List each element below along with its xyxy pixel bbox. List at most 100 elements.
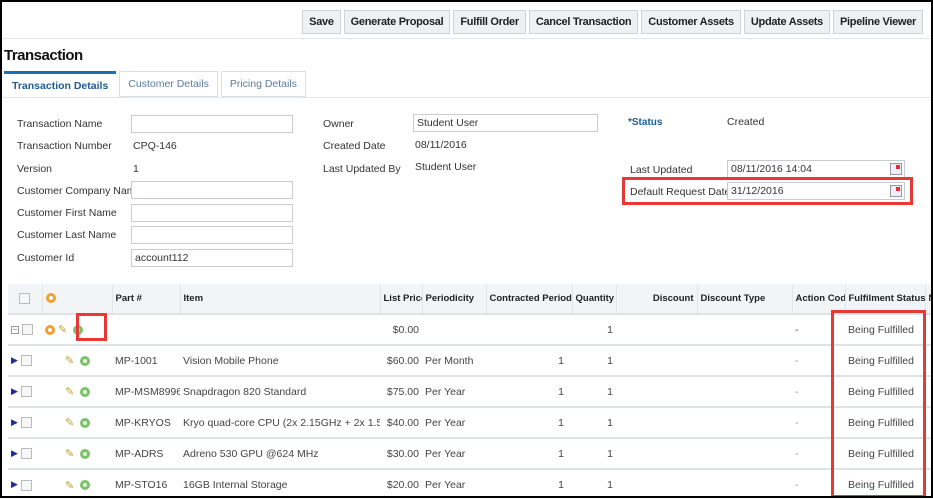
save-button[interactable]: Save bbox=[302, 10, 341, 34]
periodicity: Per Year bbox=[422, 437, 486, 469]
expand-icon[interactable]: ▶ bbox=[11, 355, 18, 365]
last-updated-field[interactable]: 08/11/2016 14:04 bbox=[727, 160, 905, 178]
row-checkbox[interactable] bbox=[20, 448, 32, 460]
transaction-number-value: CPQ-146 bbox=[133, 140, 177, 152]
tab-pricing-details[interactable]: Pricing Details bbox=[220, 71, 306, 97]
add-icon[interactable] bbox=[45, 293, 56, 304]
edit-icon[interactable]: ✎ bbox=[65, 447, 74, 460]
col-item[interactable]: Item bbox=[180, 284, 381, 314]
divider bbox=[2, 97, 931, 98]
last-updated-label: Last Updated bbox=[630, 164, 693, 176]
page-title: Transaction bbox=[4, 47, 83, 64]
highlight-box bbox=[622, 177, 913, 205]
customer-first-name-input[interactable] bbox=[131, 204, 293, 222]
generate-proposal-button[interactable]: Generate Proposal bbox=[343, 10, 451, 34]
col-more[interactable]: N bbox=[925, 284, 933, 314]
row-checkbox[interactable] bbox=[20, 479, 32, 491]
part-number: MP-MSM8996S bbox=[112, 375, 180, 407]
version-label: Version bbox=[17, 163, 53, 175]
highlight-box bbox=[76, 313, 107, 341]
last-updated-by-label: Last Updated By bbox=[323, 163, 401, 175]
reconfigure-icon[interactable] bbox=[80, 417, 91, 428]
periodicity: Per Month bbox=[422, 344, 486, 376]
reconfigure-icon[interactable] bbox=[80, 480, 91, 490]
owner-input[interactable] bbox=[413, 114, 598, 132]
col-list-price[interactable]: List Price bbox=[380, 284, 423, 314]
part-number: MP-1001 bbox=[112, 344, 180, 376]
reconfigure-icon[interactable] bbox=[80, 355, 91, 366]
col-discount[interactable]: Discount bbox=[616, 284, 698, 314]
edit-icon[interactable]: ✎ bbox=[58, 323, 67, 336]
transaction-name-label: Transaction Name bbox=[17, 118, 103, 130]
reconfigure-icon[interactable] bbox=[80, 386, 91, 397]
part-number: MP-ADRS bbox=[112, 437, 180, 469]
fulfill-order-button[interactable]: Fulfill Order bbox=[453, 10, 526, 34]
collapse-icon[interactable]: − bbox=[11, 325, 19, 334]
customer-company-name-input[interactable] bbox=[131, 181, 293, 199]
customer-id-input[interactable] bbox=[131, 249, 293, 267]
quantity: 1 bbox=[572, 375, 616, 407]
contracted-periods: 1 bbox=[486, 344, 572, 376]
transaction-number-label: Transaction Number bbox=[17, 140, 112, 152]
col-quantity[interactable]: Quantity bbox=[572, 284, 617, 314]
col-contracted-periods[interactable]: Contracted Periods bbox=[486, 284, 573, 314]
list-price: $0.00 bbox=[380, 313, 422, 345]
created-date-value: 08/11/2016 bbox=[415, 139, 467, 151]
select-all-checkbox[interactable] bbox=[19, 292, 31, 304]
contracted-periods: 1 bbox=[486, 406, 572, 438]
row-checkbox[interactable] bbox=[20, 417, 32, 429]
line-items-table: Part # Item List Price Periodicity Contr… bbox=[8, 284, 933, 500]
pipeline-viewer-button[interactable]: Pipeline Viewer bbox=[832, 10, 923, 34]
toolbar: Save Generate Proposal Fulfill Order Can… bbox=[302, 10, 923, 34]
expand-icon[interactable]: ▶ bbox=[11, 417, 18, 427]
owner-label: Owner bbox=[323, 118, 354, 130]
expand-icon[interactable]: ▶ bbox=[11, 448, 18, 458]
row-checkbox[interactable] bbox=[20, 386, 32, 398]
quantity: 1 bbox=[572, 468, 616, 500]
last-updated-value: 08/11/2016 14:04 bbox=[731, 163, 812, 175]
tab-transaction-details[interactable]: Transaction Details bbox=[4, 71, 117, 97]
part-number: MP-KRYOS bbox=[112, 406, 180, 438]
item-name: Kryo quad-core CPU (2x 2.15GHz + 2x 1.59… bbox=[180, 406, 380, 438]
quantity: 1 bbox=[572, 406, 616, 438]
edit-icon[interactable]: ✎ bbox=[65, 385, 74, 398]
cancel-transaction-button[interactable]: Cancel Transaction bbox=[528, 10, 639, 34]
reconfigure-icon[interactable] bbox=[80, 448, 91, 459]
col-periodicity[interactable]: Periodicity bbox=[422, 284, 487, 314]
col-discount-type[interactable]: Discount Type bbox=[697, 284, 793, 314]
table-row: ▶ ✎ MP-ADRS Adreno 530 GPU @624 MHz $30.… bbox=[8, 437, 933, 469]
expand-icon[interactable]: ▶ bbox=[11, 479, 18, 489]
list-price: $60.00 bbox=[380, 344, 422, 376]
customer-company-name-label: Customer Company Name bbox=[17, 185, 142, 197]
edit-icon[interactable]: ✎ bbox=[65, 354, 74, 367]
version-value: 1 bbox=[133, 163, 139, 175]
table-row-parent: − ✎ $0.00 1 - Being Fulfilled bbox=[8, 313, 933, 345]
col-part[interactable]: Part # bbox=[112, 284, 181, 314]
tab-bar: Transaction Details Customer Details Pri… bbox=[4, 71, 306, 97]
transaction-name-input[interactable] bbox=[131, 115, 293, 133]
update-assets-button[interactable]: Update Assets bbox=[743, 10, 830, 34]
table-header: Part # Item List Price Periodicity Contr… bbox=[8, 284, 933, 314]
periodicity: Per Year bbox=[422, 468, 486, 500]
edit-icon[interactable]: ✎ bbox=[65, 479, 74, 492]
tab-customer-details[interactable]: Customer Details bbox=[119, 71, 218, 97]
row-checkbox[interactable] bbox=[21, 324, 33, 336]
highlight-box bbox=[831, 310, 926, 498]
contracted-periods: 1 bbox=[486, 468, 572, 500]
last-updated-by-value: Student User bbox=[415, 161, 477, 173]
row-checkbox[interactable] bbox=[20, 355, 32, 367]
customer-id-label: Customer Id bbox=[17, 252, 75, 264]
customer-last-name-input[interactable] bbox=[131, 226, 293, 244]
calendar-icon[interactable] bbox=[890, 163, 902, 175]
add-icon[interactable] bbox=[45, 324, 55, 335]
quantity: 1 bbox=[572, 313, 616, 345]
expand-icon[interactable]: ▶ bbox=[11, 386, 18, 396]
customer-first-name-label: Customer First Name bbox=[17, 207, 117, 219]
list-price: $75.00 bbox=[380, 375, 422, 407]
edit-icon[interactable]: ✎ bbox=[65, 416, 74, 429]
customer-assets-button[interactable]: Customer Assets bbox=[641, 10, 741, 34]
part-number: MP-STO16 bbox=[112, 468, 180, 500]
contracted-periods: 1 bbox=[486, 437, 572, 469]
periodicity: Per Year bbox=[422, 406, 486, 438]
list-price: $30.00 bbox=[380, 437, 422, 469]
